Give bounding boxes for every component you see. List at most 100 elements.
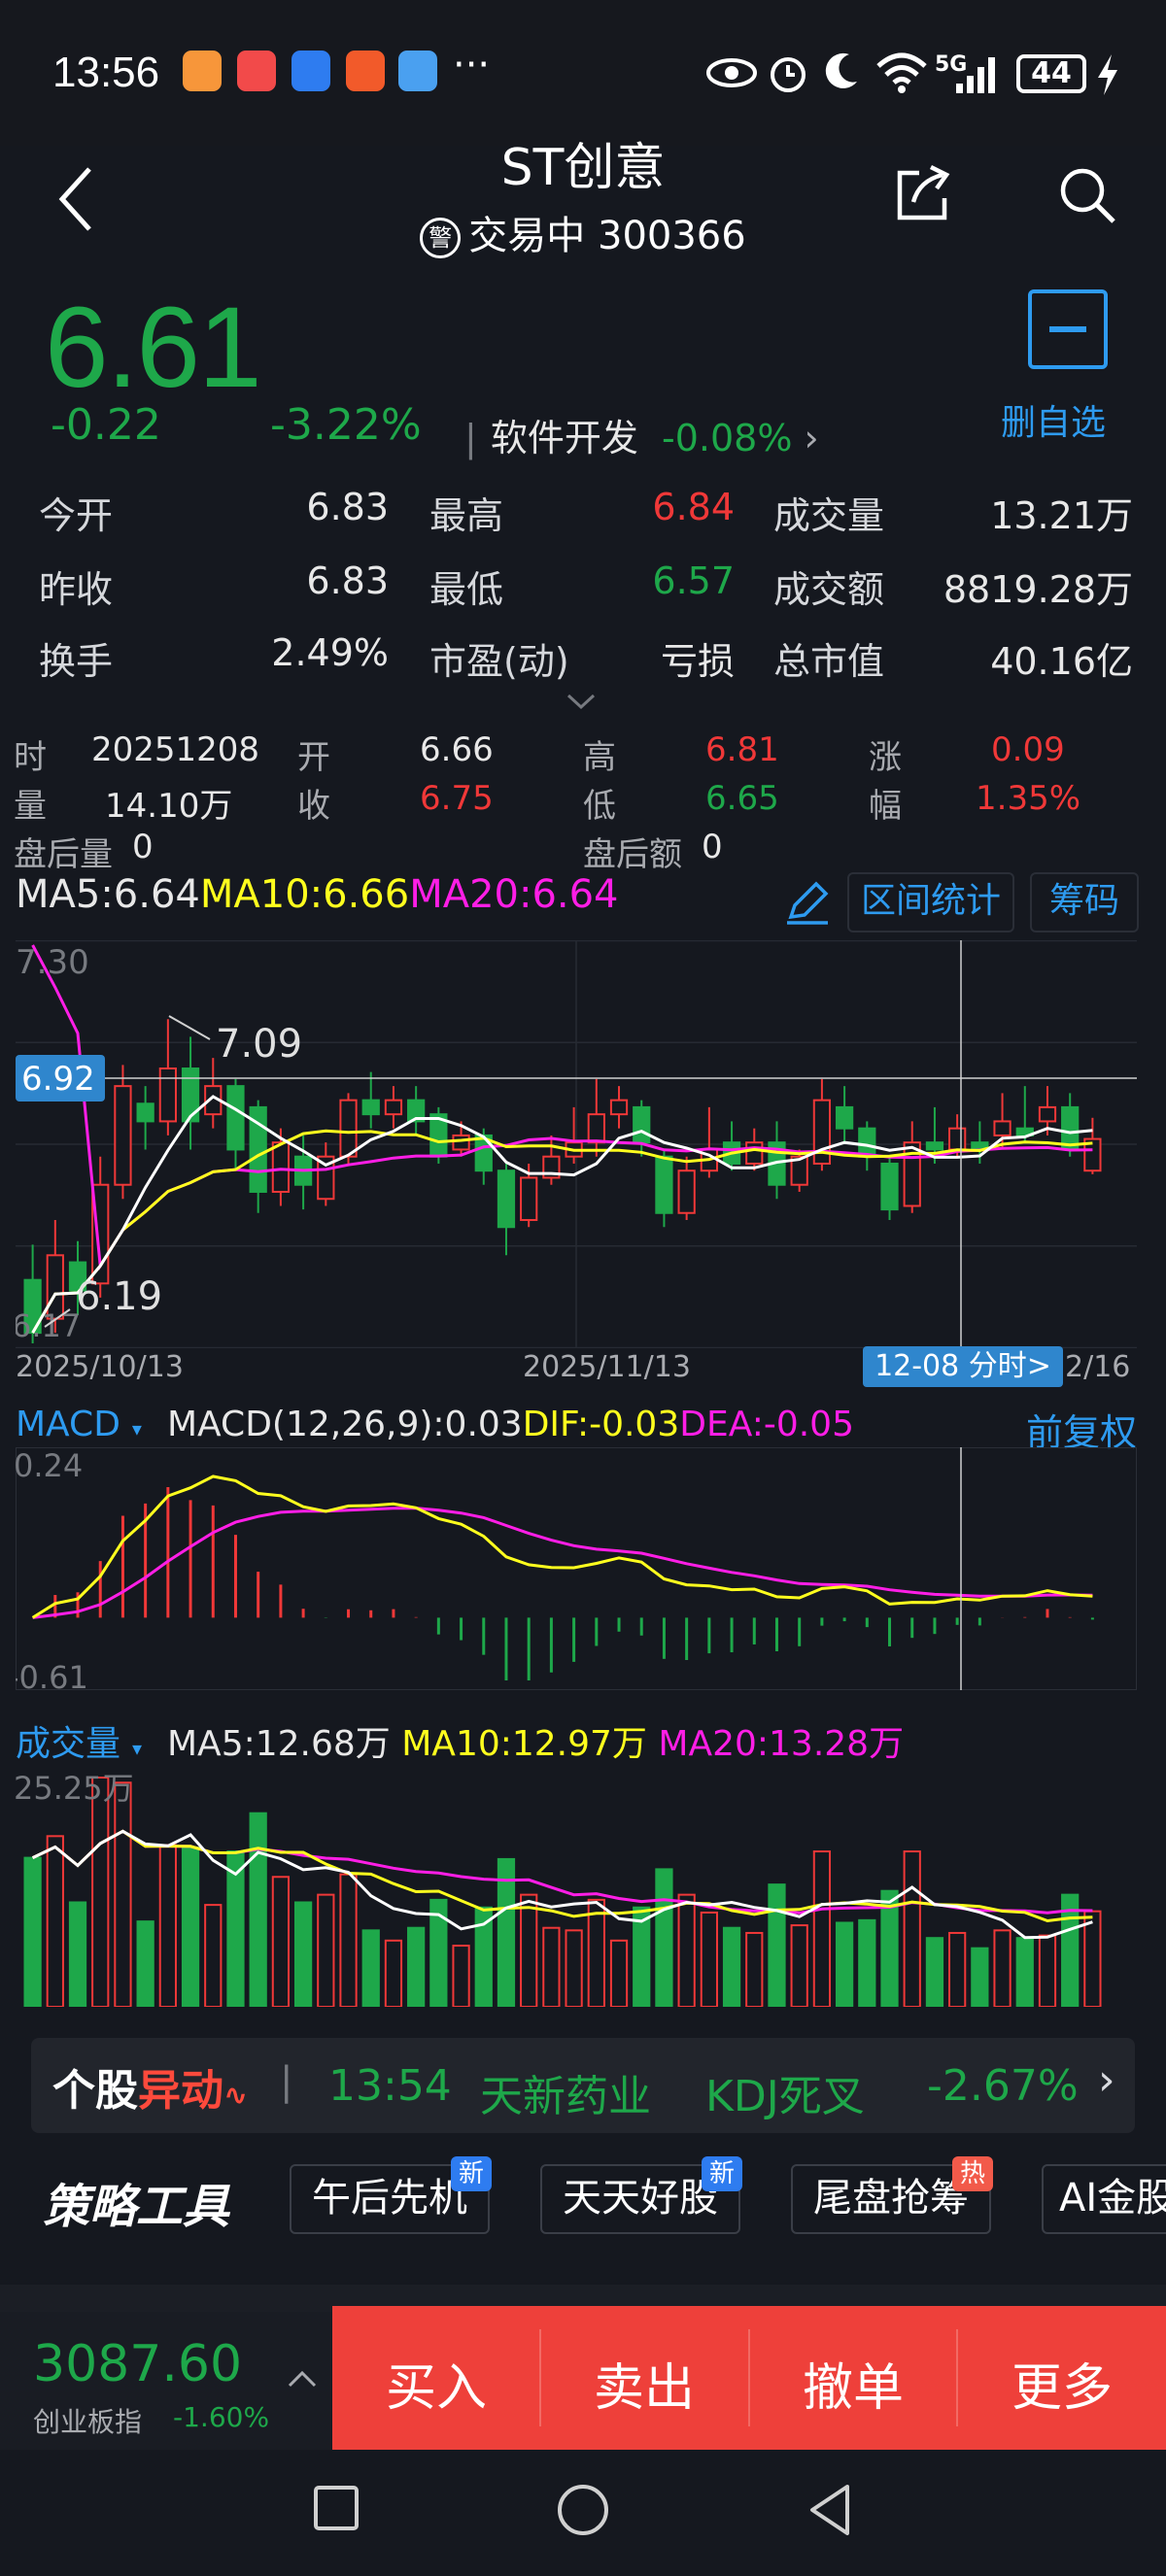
ma5-line [31, 1095, 1093, 1334]
search-icon[interactable] [1057, 165, 1117, 225]
volume-legend: MA5:12.68万 MA10:12.97万 MA20:13.28万 [167, 1715, 904, 1766]
remove-favorite-icon[interactable] [1028, 289, 1108, 369]
volume-bar [91, 1777, 110, 2007]
pulse-icon: ∿ [223, 2079, 249, 2113]
volume-selector[interactable]: 成交量 ▾ [16, 1715, 142, 1766]
macd-params: MACD(12,26,9):0.03 [167, 1405, 523, 1444]
volume-bar [317, 1893, 335, 2007]
volume-bar [768, 1883, 786, 2007]
chip-distribution-button[interactable]: 筹码 [1030, 872, 1139, 932]
candle [993, 1120, 1012, 1136]
tool-chip[interactable]: 尾盘抢筹热 [791, 2156, 993, 2234]
open-label: 开 [297, 738, 330, 777]
back-nav-icon[interactable] [806, 2483, 853, 2537]
buy-button[interactable]: 买入 [332, 2347, 540, 2420]
ma10-value: MA10:6.66 [199, 872, 410, 917]
date-axis-right: 2/16 [1065, 1350, 1131, 1384]
indicator-selector[interactable]: MACD ▾ [16, 1405, 142, 1444]
volume-bar [542, 1926, 561, 2007]
low-value: 6.57 [652, 559, 735, 602]
vol-ma5: MA5:12.68万 [167, 1724, 391, 1764]
open-value: 6.83 [306, 486, 389, 528]
volume-bar [948, 1931, 967, 2007]
movers-ticker[interactable]: 个股异动∿ | 13:54 天新药业 KDJ死叉 -2.67% › [31, 2038, 1135, 2133]
appmarket-icon [292, 51, 330, 91]
candle [633, 1105, 651, 1144]
volume-axis-top: 25.25万 [16, 1770, 134, 1807]
min-price-label: 6.19 [76, 1274, 162, 1319]
candle [452, 1134, 470, 1151]
ticker-signal: KDJ死叉 [705, 2072, 865, 2121]
volume-bar [271, 1876, 291, 2007]
tool-chip[interactable]: 午后先机新 [290, 2156, 492, 2234]
candle [384, 1099, 403, 1116]
tool-chip[interactable]: AI金股 [1042, 2164, 1166, 2234]
recents-icon[interactable] [313, 2485, 360, 2531]
chevron-up-icon[interactable] [286, 2368, 319, 2390]
status-time: 13:56 [52, 49, 160, 96]
kline-chart[interactable]: 7.30 6.17 6.92 7.09 6.19 [16, 940, 1137, 1348]
volume-bar [790, 1924, 808, 2007]
volume-bar [1038, 1934, 1057, 2007]
sell-button[interactable]: 卖出 [540, 2347, 748, 2420]
tool-chip[interactable]: 天天好股新 [540, 2156, 742, 2234]
candle [925, 1141, 944, 1151]
candle [655, 1155, 673, 1214]
range-stat-button[interactable]: 区间统计 [847, 872, 1014, 932]
candle [609, 1099, 629, 1116]
market-cap-value: 40.16亿 [990, 640, 1133, 683]
charging-icon [1098, 54, 1117, 95]
vol-ma20: MA20:13.28万 [658, 1724, 905, 1764]
ma-legend: MA5:6.64MA10:6.66MA20:6.64 [16, 872, 619, 917]
divider: | [464, 417, 477, 459]
expand-chevron-icon[interactable] [566, 692, 597, 711]
more-button[interactable]: 更多 [958, 2347, 1166, 2420]
turnover-rate-label: 换手 [39, 640, 114, 683]
vol-label: 量 [14, 787, 47, 826]
app-notification-icon [183, 51, 222, 91]
macd-axis-bottom: -0.61 [16, 1659, 88, 1690]
volume-bar [136, 1920, 154, 2007]
volume-chart[interactable]: 25.25万 [16, 1768, 1137, 2007]
amp-label: 幅 [869, 787, 902, 826]
macd-legend: MACD(12,26,9):0.03DIF:-0.03DEA:-0.05 [167, 1405, 854, 1444]
price-axis-top: 7.30 [16, 943, 89, 982]
high-label: 高 [583, 738, 616, 777]
sector-name: 软件开发 [490, 417, 638, 459]
alarm-icon [771, 57, 806, 92]
candle [136, 1102, 154, 1123]
high-value: 6.84 [652, 486, 735, 528]
volume-bar [68, 1901, 87, 2007]
dropdown-icon: ▾ [131, 1417, 142, 1441]
app-notification-icon [398, 51, 437, 91]
macd-chart[interactable]: 0.24 -0.61 [16, 1447, 1137, 1690]
draw-pencil-icon[interactable] [783, 878, 832, 927]
chevron-right-icon: › [1098, 2055, 1115, 2105]
volume-bar [23, 1856, 42, 2007]
sector-link[interactable]: | 软件开发 -0.08% › [464, 408, 819, 461]
more-notifications-icon: ··· [453, 43, 491, 87]
candle [835, 1105, 854, 1130]
cursor-date-intraday-button[interactable]: 12-08 分时> [863, 1346, 1063, 1387]
status-bar: 13:56 ··· 5G 44 [0, 0, 1166, 146]
candle [520, 1176, 538, 1222]
cancel-order-button[interactable]: 撤单 [749, 2347, 957, 2420]
candle [114, 1085, 132, 1186]
movers-logo: 个股异动∿ [52, 2066, 249, 2116]
macd-dif: DIF:-0.03 [522, 1405, 680, 1444]
remove-favorite-label[interactable]: 删自选 [1001, 394, 1106, 445]
cursor-price: 6.92 [21, 1060, 95, 1099]
system-nav-bar [0, 2450, 1166, 2576]
candle [158, 1067, 177, 1123]
hot-badge: 热 [952, 2156, 993, 2191]
strategy-tools-logo: 策略工具 [43, 2180, 230, 2234]
max-price-label: 7.09 [216, 1022, 302, 1067]
index-value[interactable]: 3087.60 [33, 2335, 242, 2393]
candle [745, 1141, 764, 1165]
prev-close-label: 昨收 [39, 568, 114, 611]
share-icon[interactable] [894, 163, 952, 223]
volume-bar [858, 1918, 876, 2007]
dropdown-icon: ▾ [132, 1737, 143, 1760]
home-icon[interactable] [556, 2483, 610, 2537]
wifi-icon [876, 52, 927, 93]
